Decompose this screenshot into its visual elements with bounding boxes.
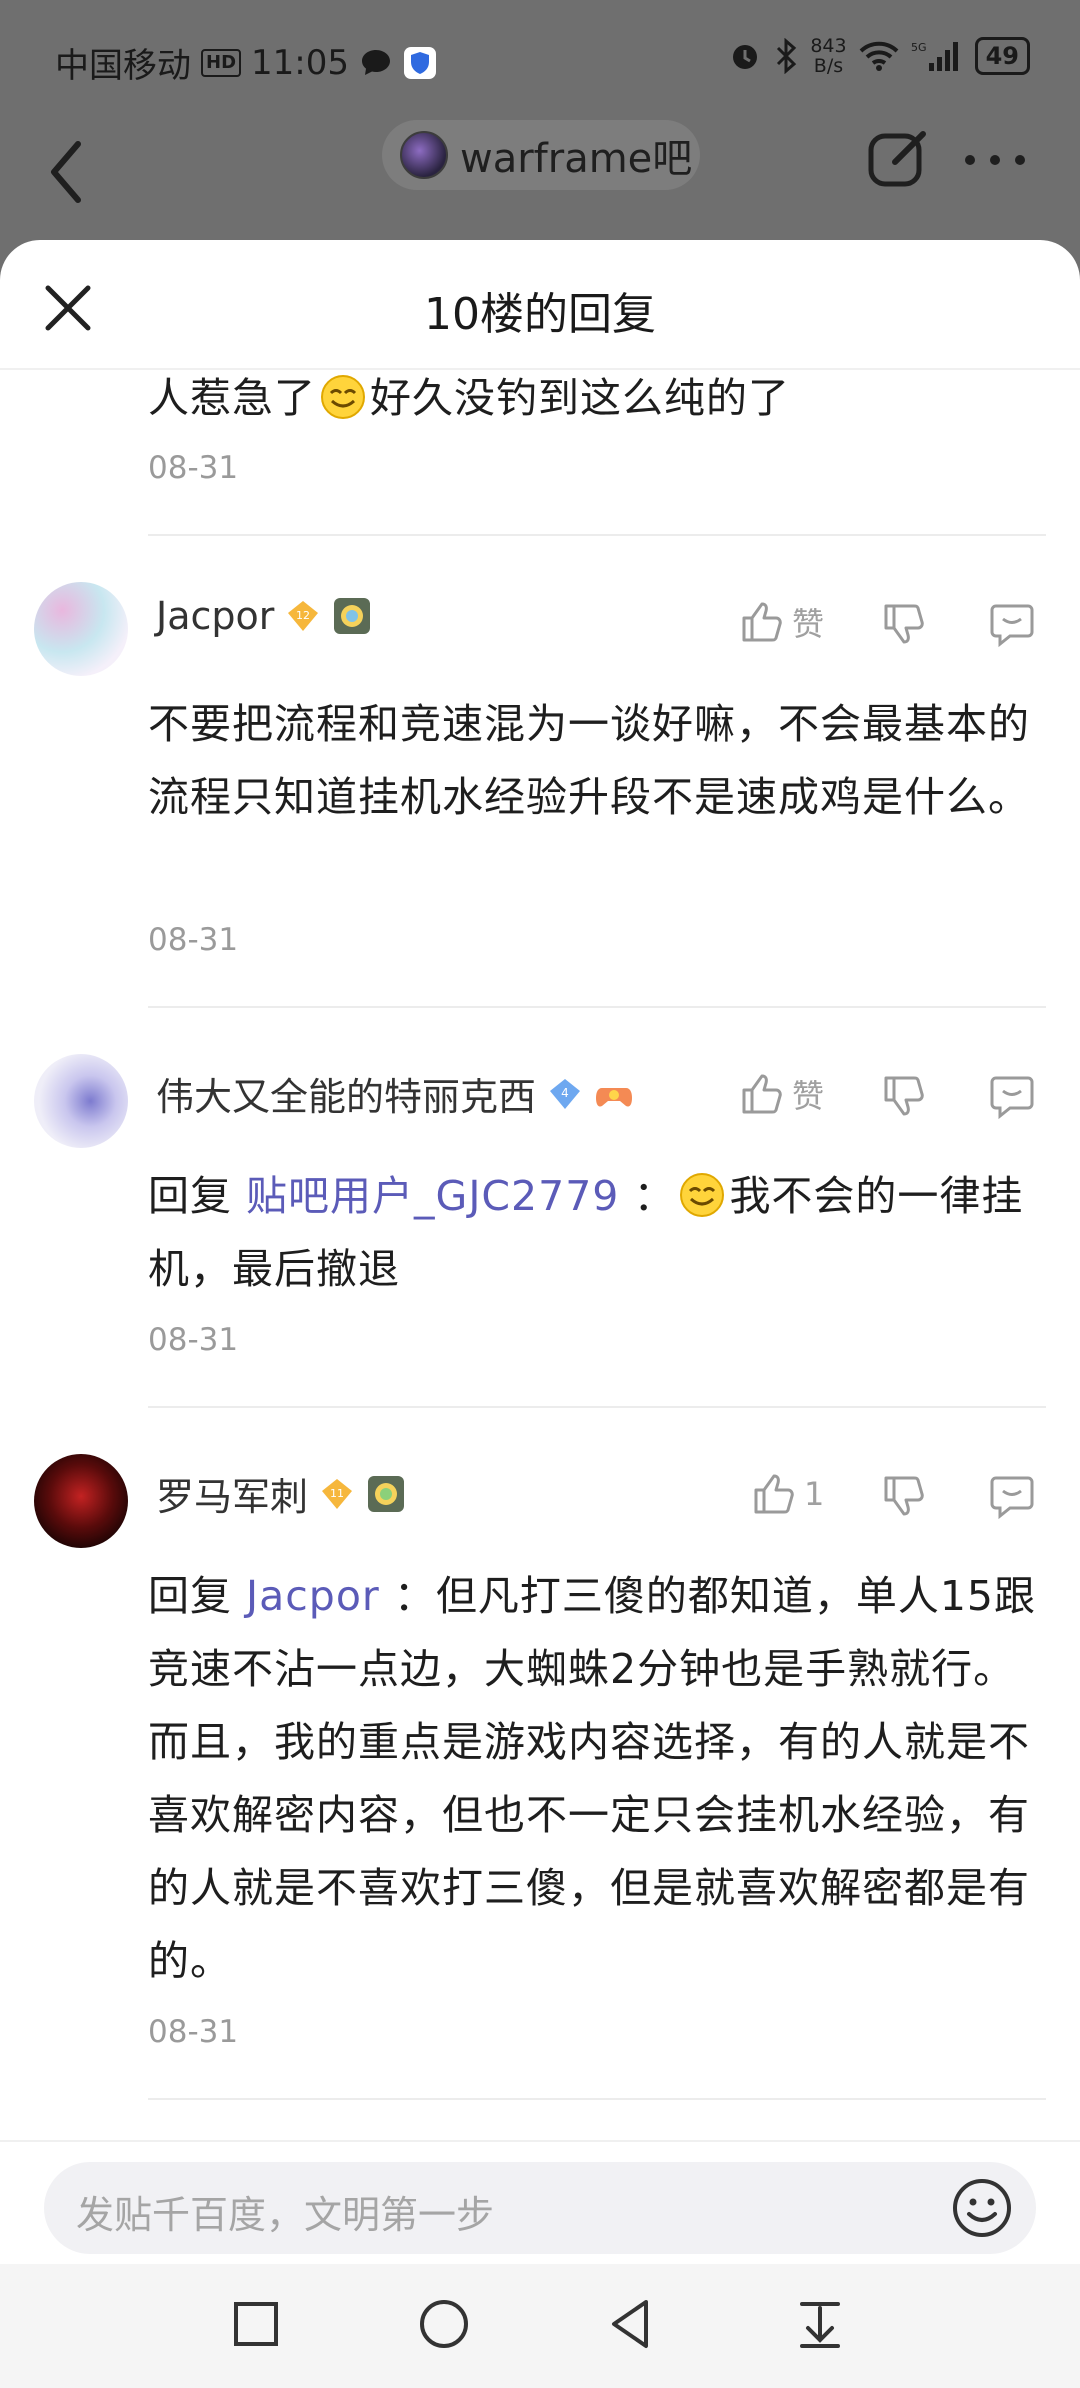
reply-list: 人惹急了 好久没钓到这么纯的了 08-31 Jacpor 12 赞 不要把流程和竞… <box>0 370 1080 2140</box>
comment-icon[interactable] <box>988 1472 1036 1520</box>
mention-link[interactable]: 贴吧用户_GJC2779 <box>246 1172 619 1220</box>
shield-icon <box>404 46 436 79</box>
username[interactable]: Jacpor <box>156 594 274 638</box>
forum-name: warframe吧 <box>460 136 693 182</box>
status-bar-left: 中国移动 HD 11:05 <box>55 38 437 87</box>
status-bar-right: 843 B/s 5G 49 <box>728 36 1030 76</box>
back-arrow-icon[interactable] <box>40 132 100 212</box>
reply-input-bar: 发贴千百度，文明第一步 <box>0 2140 1080 2264</box>
notification-shade-icon[interactable] <box>788 2292 852 2356</box>
wifi-icon <box>859 41 898 71</box>
system-nav-bar <box>0 2264 1080 2388</box>
thumbs-down-icon[interactable] <box>880 1472 928 1520</box>
replies-sheet: 10楼的回复 人惹急了 好久没钓到这么纯的了 08-31 Jacpor 12 赞 … <box>0 240 1080 2388</box>
status-bar: 中国移动 HD 11:05 843 B/s 5G 49 <box>0 0 1080 120</box>
avatar[interactable] <box>34 582 128 676</box>
sheet-header: 10楼的回复 <box>0 240 1080 370</box>
sheet-title: 10楼的回复 <box>424 289 656 340</box>
medal-badge-icon <box>368 1475 405 1512</box>
divider <box>148 534 1046 536</box>
reply-text: 回复 贴吧用户_GJC2779 ：我不会的一律挂机，最后撤退 <box>148 1172 1024 1293</box>
mention-link[interactable]: Jacpor <box>246 1572 380 1620</box>
svg-text:11: 11 <box>330 1487 344 1500</box>
reply-date: 08-31 <box>148 922 239 958</box>
username[interactable]: 罗马军刺 <box>156 1466 308 1521</box>
edit-icon[interactable] <box>865 126 931 192</box>
username[interactable]: 伟大又全能的特丽克西 <box>156 1066 536 1121</box>
like-label: 赞 <box>792 605 825 643</box>
reply-input-placeholder: 发贴千百度，文明第一步 <box>76 2193 495 2237</box>
back-icon[interactable] <box>600 2292 664 2356</box>
message-icon <box>362 49 390 75</box>
like-button[interactable]: 赞 <box>738 1070 824 1118</box>
divider <box>148 1006 1046 1008</box>
more-icon[interactable] <box>960 140 1030 180</box>
reply-text: 回复 Jacpor ：但凡打三傻的都知道，单人15跟竞速不沾一点边，大蜘蛛2分钟… <box>148 1572 1036 1985</box>
like-button[interactable]: 1 <box>750 1470 824 1518</box>
svg-text:12: 12 <box>296 609 310 622</box>
recents-icon[interactable] <box>224 2292 288 2356</box>
thumbs-up-icon <box>754 1474 794 1514</box>
bluetooth-icon <box>777 38 797 74</box>
thumbs-down-icon[interactable] <box>880 1072 928 1120</box>
level-badge-icon: 11 <box>322 1478 353 1509</box>
thumbs-up-icon <box>742 1074 782 1114</box>
reply-user[interactable]: Jacpor 12 <box>156 594 372 638</box>
reply-text: 不要把流程和竞速混为一谈好嘛，不会最基本的流程只知道挂机水经验升段不是速成鸡是什… <box>148 700 1030 821</box>
reply-text: 人惹急了 好久没钓到这么纯的了 <box>148 374 790 422</box>
reply-user[interactable]: 罗马军刺 11 <box>156 1466 406 1521</box>
forum-title-pill[interactable]: warframe吧 <box>382 120 700 190</box>
level-badge-icon: 12 <box>288 601 319 631</box>
medal-badge-icon <box>334 598 371 634</box>
clock: 11:05 <box>251 42 349 83</box>
thumbs-up-icon <box>742 602 782 642</box>
like-button[interactable]: 赞 <box>738 598 824 646</box>
reply-date: 08-31 <box>148 2014 239 2050</box>
avatar[interactable] <box>34 1054 128 1148</box>
divider <box>148 1406 1046 1408</box>
alarm-icon <box>733 45 758 69</box>
comment-icon[interactable] <box>988 600 1036 648</box>
reply-date: 08-31 <box>148 450 239 486</box>
forum-avatar <box>400 131 448 179</box>
net-speed: 843 B/s <box>810 35 847 77</box>
smile-emoji-icon <box>321 375 365 419</box>
app-bar: warframe吧 <box>0 120 1080 240</box>
battery-icon: 49 <box>974 37 1030 75</box>
thumbs-down-icon[interactable] <box>880 600 928 648</box>
reply-input[interactable]: 发贴千百度，文明第一步 <box>44 2162 1036 2254</box>
signal-icon: 5G <box>911 41 958 71</box>
carrier-name: 中国移动 <box>55 46 191 86</box>
level-badge-icon: 4 <box>550 1078 581 1109</box>
divider <box>148 2098 1046 2100</box>
like-count: 1 <box>804 1475 825 1513</box>
svg-text:4: 4 <box>561 1086 569 1100</box>
gamepad-badge-icon <box>596 1087 633 1107</box>
reply-date: 08-31 <box>148 1322 239 1358</box>
home-icon[interactable] <box>412 2292 476 2356</box>
avatar[interactable] <box>34 1454 128 1548</box>
hd-icon: HD <box>201 48 242 77</box>
emoji-icon[interactable] <box>950 2176 1014 2240</box>
reply-user[interactable]: 伟大又全能的特丽克西 4 <box>156 1066 634 1121</box>
svg-text:5G: 5G <box>911 41 927 54</box>
like-label: 赞 <box>792 1077 825 1115</box>
smile-emoji-icon <box>680 1173 725 1217</box>
comment-icon[interactable] <box>988 1072 1036 1120</box>
